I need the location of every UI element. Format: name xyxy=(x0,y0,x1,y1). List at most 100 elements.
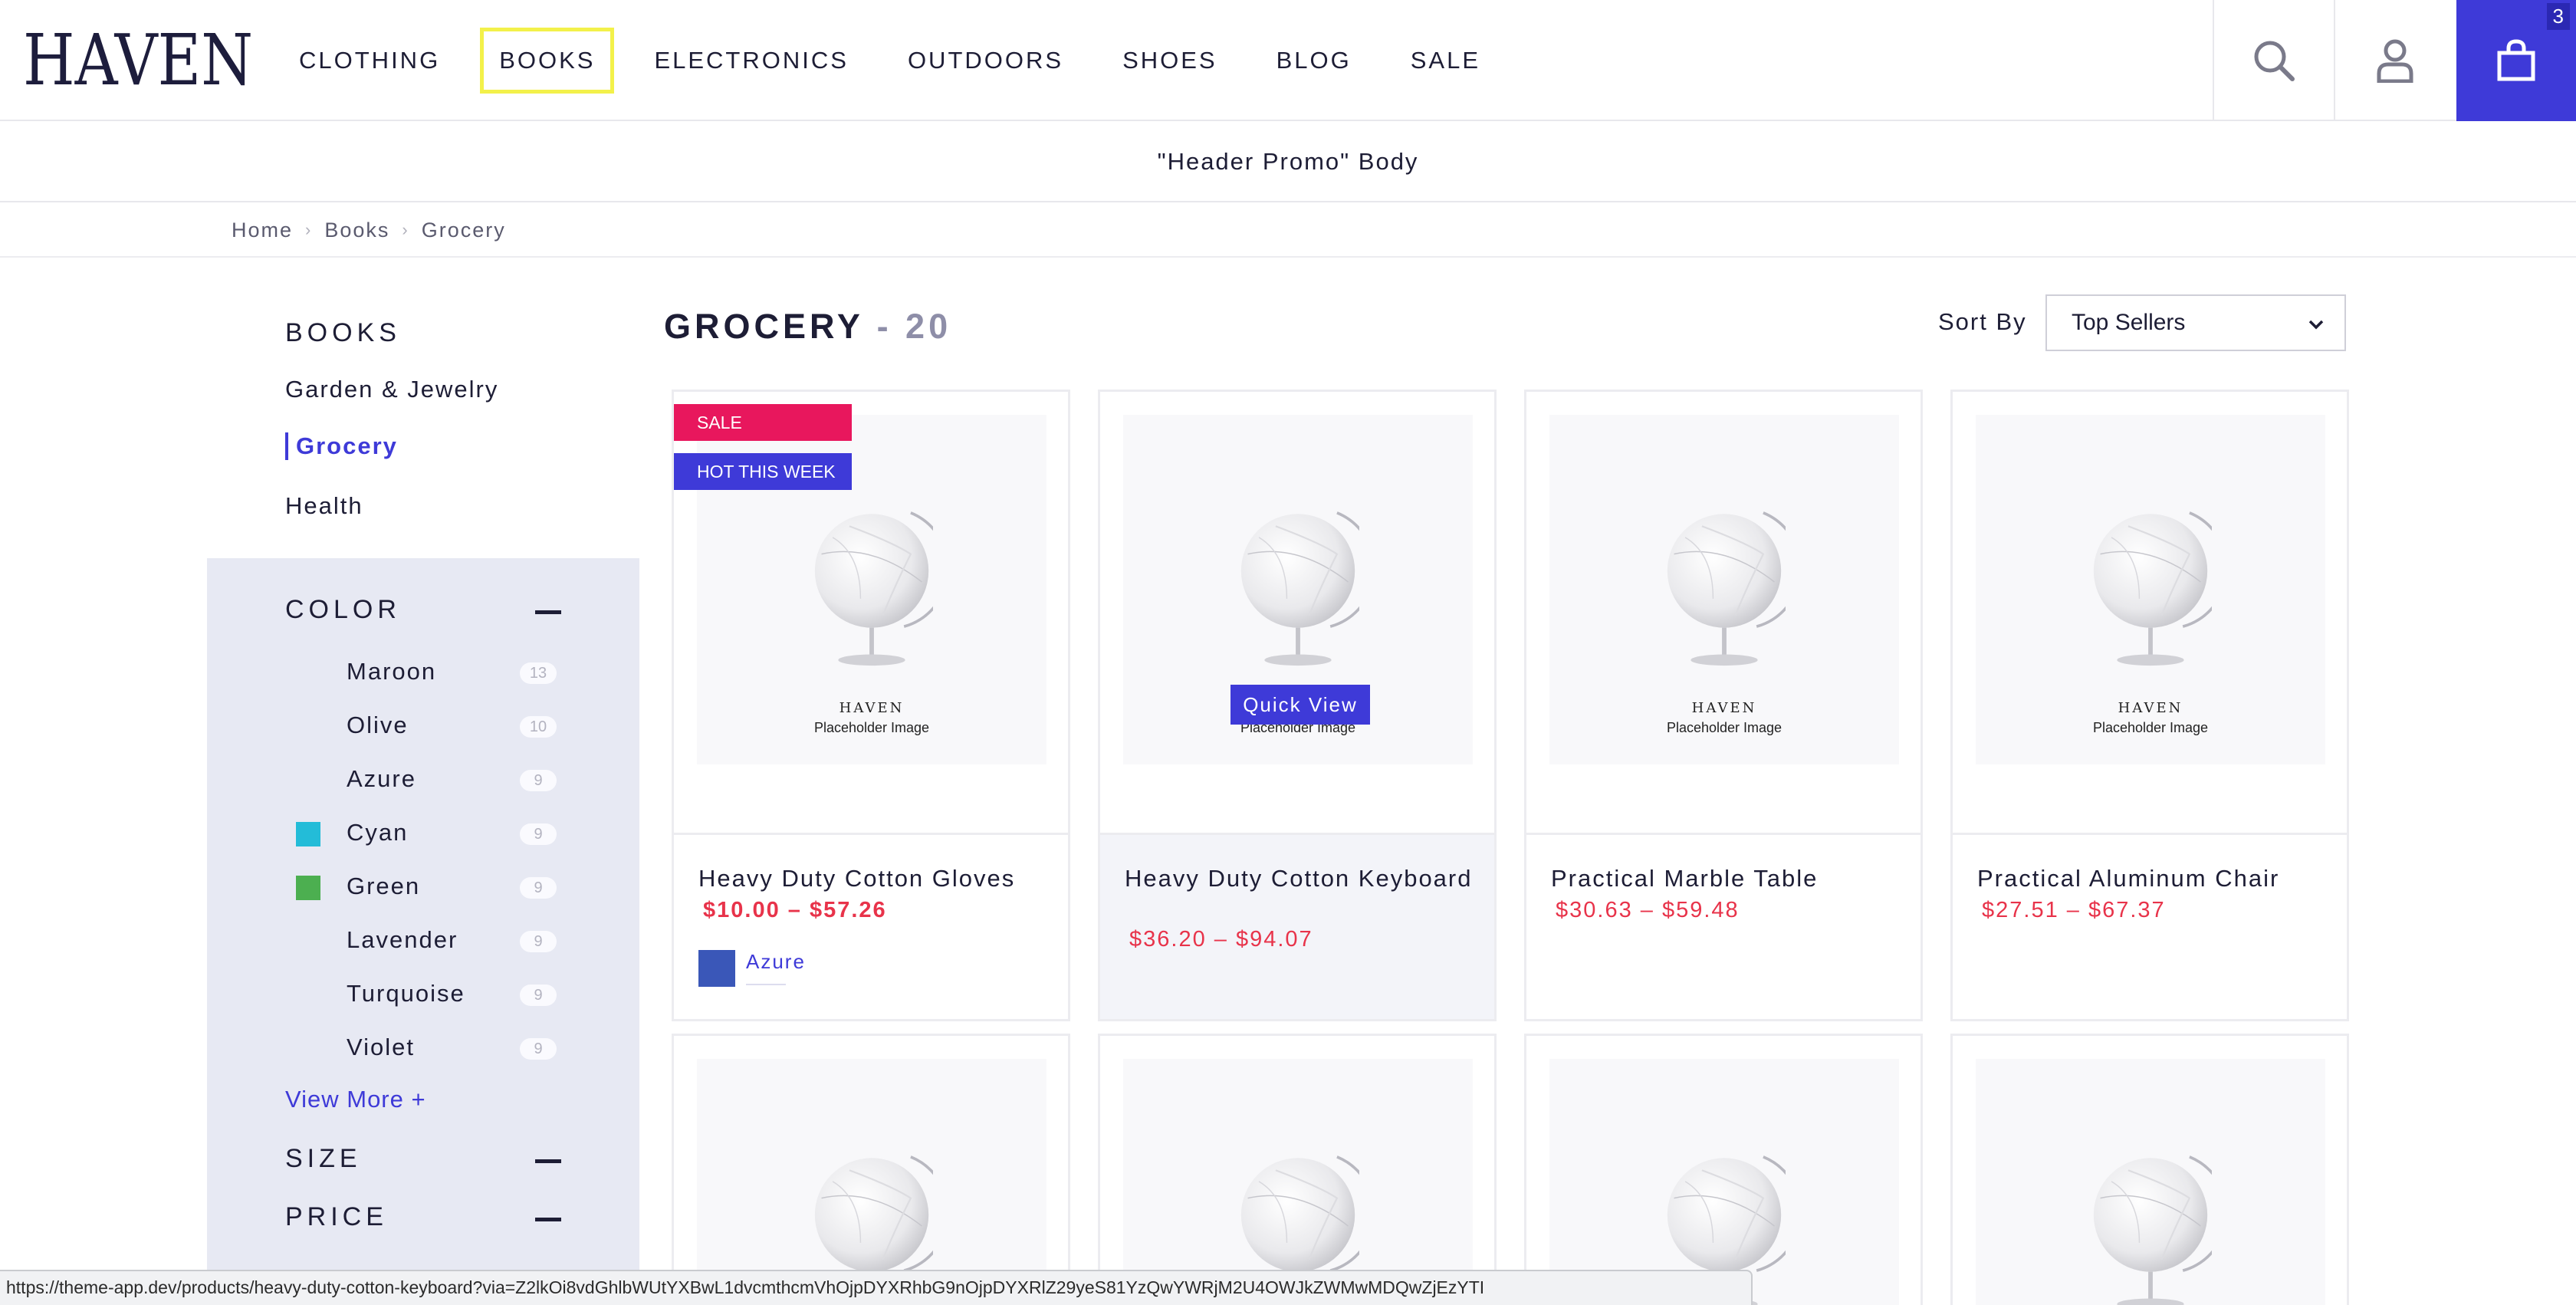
product-image[interactable]: HAVEN Placeholder Image xyxy=(1526,392,1921,835)
nav-item-sale[interactable]: SALE xyxy=(1411,31,1480,90)
color-label: Olive xyxy=(347,712,409,738)
filter-size-title[interactable]: SIZE xyxy=(285,1144,362,1174)
minus-icon[interactable] xyxy=(535,1218,561,1221)
color-label: Violet xyxy=(347,1034,415,1060)
product-card[interactable] xyxy=(672,1034,1070,1305)
product-card[interactable]: Placeholder Image Quick View Heavy Duty … xyxy=(1098,390,1497,1021)
placeholder-logo: HAVEN xyxy=(1691,700,1757,716)
nav-item-books[interactable]: BOOKS xyxy=(480,28,615,94)
chevron-right-icon: › xyxy=(305,220,313,239)
header-promo: "Header Promo" Body xyxy=(0,123,2576,202)
minus-icon[interactable] xyxy=(535,610,561,614)
variant-label[interactable]: Azure xyxy=(746,950,806,974)
chevron-down-icon xyxy=(2308,320,2324,330)
sidebar-item-health[interactable]: Health xyxy=(285,492,363,520)
nav-item-electronics[interactable]: ELECTRONICS xyxy=(654,31,848,90)
placeholder-logo: HAVEN xyxy=(2118,700,2183,716)
globe-placeholder-icon xyxy=(813,511,933,667)
placeholder-logo: HAVEN xyxy=(839,700,905,716)
color-swatch xyxy=(296,876,320,900)
nav-item-clothing[interactable]: CLOTHING xyxy=(299,31,440,90)
quick-view-button[interactable]: Quick View xyxy=(1230,685,1370,725)
color-count-badge: 9 xyxy=(520,1038,557,1060)
logo-text: HAVEN xyxy=(23,29,253,92)
color-option-maroon[interactable]: Maroon 13 xyxy=(207,649,639,695)
product-image[interactable] xyxy=(1953,1036,2347,1305)
product-price: $30.63 – $59.48 xyxy=(1556,898,1740,922)
product-image[interactable]: Placeholder Image Quick View xyxy=(1100,392,1494,835)
color-label: Azure xyxy=(347,765,416,792)
color-label: Cyan xyxy=(347,819,409,846)
breadcrumb-home[interactable]: Home xyxy=(232,219,293,242)
color-option-olive[interactable]: Olive 10 xyxy=(207,702,639,748)
product-price: $27.51 – $67.37 xyxy=(1982,898,2166,922)
product-image[interactable]: HAVEN Placeholder Image SALE HOT THIS WE… xyxy=(674,392,1068,835)
color-swatch xyxy=(296,822,320,846)
sort-label: Sort By xyxy=(1938,308,2027,335)
view-more-link[interactable]: View More + xyxy=(285,1086,426,1113)
search-button[interactable] xyxy=(2213,0,2334,121)
color-option-cyan[interactable]: Cyan 9 xyxy=(207,810,639,856)
product-info: Heavy Duty Cotton Keyboard $36.20 – $94.… xyxy=(1100,835,1494,1019)
bag-icon xyxy=(2497,39,2535,81)
sidebar-item-grocery[interactable]: Grocery xyxy=(285,432,398,460)
product-card[interactable] xyxy=(1524,1034,1923,1305)
sale-badge: SALE xyxy=(674,404,852,441)
site-header: HAVEN CLOTHING BOOKS ELECTRONICS OUTDOOR… xyxy=(0,0,2576,121)
chevron-right-icon: › xyxy=(402,220,409,239)
cart-count-badge: 3 xyxy=(2546,3,2570,30)
product-name[interactable]: Heavy Duty Cotton Gloves xyxy=(698,864,1051,893)
page-title: GROCERY - 20 xyxy=(664,307,951,347)
product-card[interactable] xyxy=(1098,1034,1497,1305)
filter-color-title[interactable]: COLOR xyxy=(285,595,401,625)
filter-price-title[interactable]: PRICE xyxy=(285,1202,388,1232)
haven-logo[interactable]: HAVEN xyxy=(23,29,253,92)
color-count-badge: 9 xyxy=(520,823,557,845)
breadcrumb-current: Grocery xyxy=(421,218,506,242)
search-icon xyxy=(2254,41,2295,81)
color-option-lavender[interactable]: Lavender 9 xyxy=(207,917,639,963)
product-card[interactable]: HAVEN Placeholder Image Practical Alumin… xyxy=(1950,390,2349,1021)
account-button[interactable] xyxy=(2334,0,2455,121)
color-label: Maroon xyxy=(347,658,437,685)
color-label: Turquoise xyxy=(347,980,465,1007)
globe-placeholder-icon xyxy=(1240,511,1359,667)
product-image[interactable]: HAVEN Placeholder Image xyxy=(1953,392,2347,835)
color-option-green[interactable]: Green 9 xyxy=(207,863,639,909)
hot-badge: HOT THIS WEEK xyxy=(674,453,852,490)
product-info: Heavy Duty Cotton Gloves $10.00 – $57.26… xyxy=(674,835,1068,1019)
color-option-violet[interactable]: Violet 9 xyxy=(207,1024,639,1070)
nav-item-shoes[interactable]: SHOES xyxy=(1122,31,1217,90)
breadcrumb-books[interactable]: Books xyxy=(324,219,389,242)
product-price: $10.00 – $57.26 xyxy=(703,898,887,922)
product-image[interactable] xyxy=(674,1036,1068,1305)
color-label: Green xyxy=(347,873,421,899)
product-name[interactable]: Heavy Duty Cotton Keyboard xyxy=(1125,864,1477,893)
color-option-turquoise[interactable]: Turquoise 9 xyxy=(207,971,639,1017)
nav-item-blog[interactable]: BLOG xyxy=(1276,31,1352,90)
page-title-text: GROCERY xyxy=(664,307,864,346)
product-image[interactable] xyxy=(1526,1036,1921,1305)
globe-placeholder-icon xyxy=(2091,511,2212,667)
nav-item-outdoors[interactable]: OUTDOORS xyxy=(908,31,1063,90)
filter-panel: COLOR Maroon 13 Olive 10 Azure 9 Cyan 9 … xyxy=(207,558,639,1305)
product-name[interactable]: Practical Aluminum Chair xyxy=(1977,864,2330,893)
color-count-badge: 13 xyxy=(520,662,557,684)
cart-button[interactable]: 3 xyxy=(2456,0,2576,121)
variant-swatch[interactable] xyxy=(698,950,735,987)
placeholder-text: Placeholder Image xyxy=(813,720,930,735)
product-image[interactable] xyxy=(1100,1036,1494,1305)
breadcrumb: Home › Books › Grocery xyxy=(232,204,506,256)
color-option-azure[interactable]: Azure 9 xyxy=(207,756,639,802)
placeholder-text: Placeholder Image xyxy=(2092,720,2209,735)
divider xyxy=(0,256,2576,258)
product-card[interactable] xyxy=(1950,1034,2349,1305)
product-name[interactable]: Practical Marble Table xyxy=(1551,864,1904,893)
product-price: $36.20 – $94.07 xyxy=(1129,927,1313,952)
sort-select[interactable]: Top Sellers xyxy=(2045,294,2346,351)
product-card[interactable]: HAVEN Placeholder Image SALE HOT THIS WE… xyxy=(672,390,1070,1021)
sidebar-item-garden-jewelry[interactable]: Garden & Jewelry xyxy=(285,376,498,403)
product-card[interactable]: HAVEN Placeholder Image Practical Marble… xyxy=(1524,390,1923,1021)
placeholder-text: Placeholder Image xyxy=(1666,720,1783,735)
minus-icon[interactable] xyxy=(535,1159,561,1163)
